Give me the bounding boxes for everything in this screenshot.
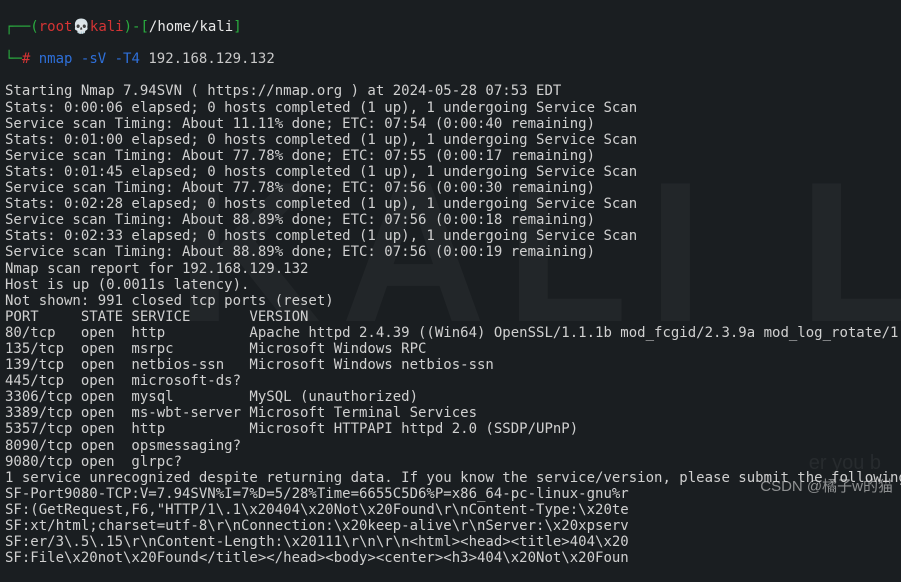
prompt-line-2: └─# nmap -sV -T4 192.168.129.132	[5, 51, 896, 67]
watermark: CSDN @橘子w的猫	[760, 478, 893, 495]
prompt-hash: #	[22, 51, 30, 67]
prompt-host: kali	[90, 19, 124, 35]
prompt-cwd: /home/kali	[149, 19, 233, 35]
prompt-line-1: ┌──(root💀kali)-[/home/kali]	[5, 19, 896, 35]
command: nmap	[39, 51, 73, 67]
skull-icon: 💀	[72, 19, 89, 35]
command-target: 192.168.129.132	[148, 51, 274, 67]
prompt-user: root	[39, 19, 73, 35]
command-args: -sV -T4	[81, 51, 140, 67]
terminal-output[interactable]: ┌──(root💀kali)-[/home/kali] └─# nmap -sV…	[5, 3, 896, 582]
